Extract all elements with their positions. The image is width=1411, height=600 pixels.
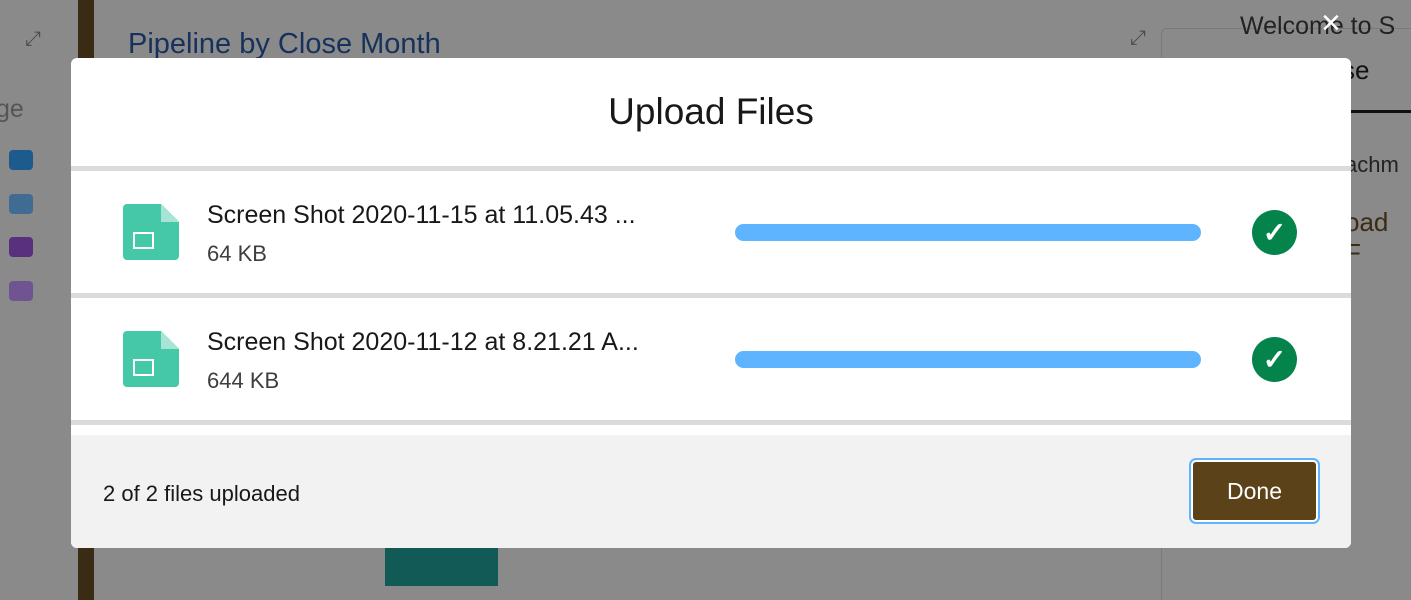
legend-swatch [9,194,33,214]
modal-title: Upload Files [71,58,1351,171]
attachments-label: achm [1345,152,1399,177]
legend-label: ge [0,95,24,123]
image-file-icon [123,331,179,387]
upload-status: 2 of 2 files uploaded [103,481,300,506]
file-row: Screen Shot 2020-11-15 at 11.05.43 ... 6… [71,171,1351,298]
upload-files-modal: Upload Files Screen Shot 2020-11-15 at 1… [71,58,1351,548]
file-name: Screen Shot 2020-11-12 at 8.21.21 A... [207,328,639,356]
done-button[interactable]: Done [1191,460,1318,522]
upload-progress-bar [735,350,1201,368]
chart-title: Pipeline by Close Month [128,28,441,60]
file-row: Screen Shot 2020-11-12 at 8.21.21 A... 6… [71,298,1351,425]
upload-progress-bar [735,223,1201,241]
close-icon[interactable]: × [1321,6,1341,40]
legend-swatch [9,237,33,257]
chart-bar [385,548,498,586]
legend-swatch [9,281,33,301]
check-icon: ✓ [1252,209,1297,255]
check-icon: ✓ [1252,336,1297,382]
expand-icon[interactable]: ⤢ [1127,27,1149,49]
welcome-text: Welcome to S [1240,12,1396,40]
tab-underline [1350,110,1411,113]
upload-files-link[interactable]: oad F [1345,207,1411,269]
file-name: Screen Shot 2020-11-15 at 11.05.43 ... [207,201,636,229]
image-file-icon [123,204,179,260]
modal-footer: 2 of 2 files uploaded Done [71,435,1351,548]
file-size: 64 KB [207,241,267,266]
file-size: 644 KB [207,368,280,393]
expand-icon[interactable]: ⤢ [22,28,44,50]
legend-swatch [9,150,33,170]
